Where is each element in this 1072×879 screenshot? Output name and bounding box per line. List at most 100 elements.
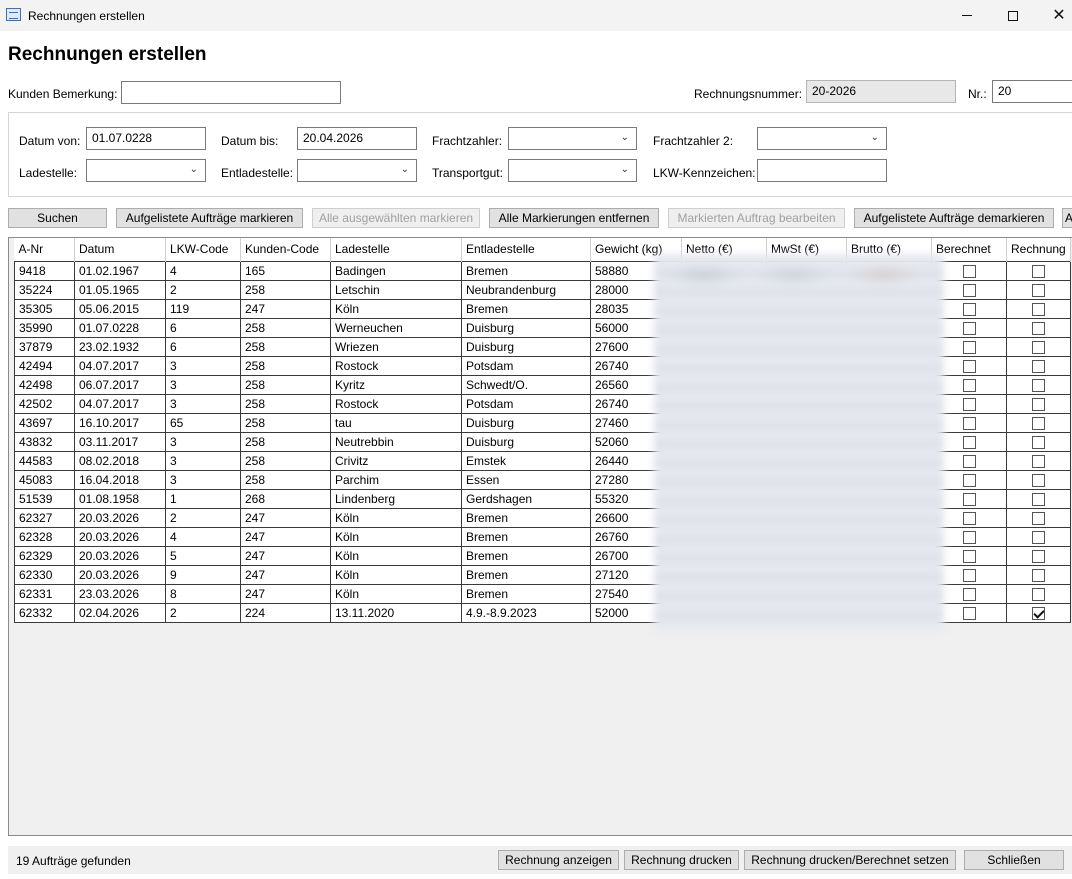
berechnet-checkbox[interactable] — [962, 264, 976, 278]
rechnung-checkbox[interactable] — [1031, 340, 1045, 354]
cell-rechnung — [1006, 527, 1071, 547]
cell-lkw-code: 65 — [165, 413, 241, 433]
cell-entladestelle: Bremen — [461, 584, 591, 604]
rechnung-checkbox[interactable] — [1031, 416, 1045, 430]
auftraege-markieren-button[interactable]: Aufgelistete Aufträge markieren — [116, 208, 303, 228]
column-header-rechnung[interactable]: Rechnung — [1006, 238, 1071, 261]
cell-entladestelle: Duisburg — [461, 318, 591, 338]
rechnung-checkbox[interactable] — [1031, 321, 1045, 335]
auftrag-bearbeiten-button[interactable]: Markierten Auftrag bearbeiten — [668, 208, 845, 228]
rechnung-anzeigen-button[interactable]: Rechnung anzeigen — [498, 850, 619, 870]
ladestelle-label: Ladestelle: — [19, 166, 78, 180]
column-header-kunden-code[interactable]: Kunden-Code — [240, 238, 331, 261]
rechnung-checkbox[interactable] — [1031, 454, 1045, 468]
berechnet-checkbox[interactable] — [962, 530, 976, 544]
cell-entladestelle: Essen — [461, 470, 591, 490]
cell-lkw-code: 1 — [165, 489, 241, 509]
toolbar-overflow-button[interactable]: A — [1062, 208, 1072, 228]
close-window-button[interactable]: ✕ — [1036, 0, 1072, 31]
cell-rechnung — [1006, 356, 1071, 376]
ladestelle-select[interactable]: ⌄ — [86, 159, 206, 182]
cell-ladestelle: Werneuchen — [330, 318, 462, 338]
rechnung-checkbox[interactable] — [1031, 264, 1045, 278]
nr-label: Nr.: — [968, 87, 987, 101]
cell-kunden-code: 268 — [240, 489, 331, 509]
kunden-bemerkung-input[interactable] — [121, 81, 341, 104]
cell-rechnung — [1006, 432, 1071, 452]
cell-rechnung — [1006, 584, 1071, 604]
rechnung-checkbox[interactable] — [1031, 511, 1045, 525]
cell-entladestelle: Bremen — [461, 299, 591, 319]
berechnet-checkbox[interactable] — [962, 473, 976, 487]
berechnet-checkbox[interactable] — [962, 359, 976, 373]
frachtzahler2-select[interactable]: ⌄ — [757, 127, 887, 150]
alle-ausgewaehlten-markieren-button[interactable]: Alle ausgewählten markieren — [312, 208, 480, 228]
cell-entladestelle: Duisburg — [461, 337, 591, 357]
berechnet-checkbox[interactable] — [962, 606, 976, 620]
rechnung-checkbox[interactable] — [1031, 359, 1045, 373]
column-header-entladestelle[interactable]: Entladestelle — [461, 238, 591, 261]
transportgut-select[interactable]: ⌄ — [508, 159, 637, 182]
cell-datum: 16.10.2017 — [74, 413, 166, 433]
column-header-datum[interactable]: Datum — [74, 238, 166, 261]
rechnung-checkbox[interactable] — [1031, 492, 1045, 506]
maximize-button[interactable] — [990, 0, 1036, 31]
alle-markierungen-entfernen-button[interactable]: Alle Markierungen entfernen — [489, 208, 659, 228]
berechnet-checkbox[interactable] — [962, 492, 976, 506]
schliessen-button[interactable]: Schließen — [964, 850, 1064, 870]
rechnung-checkbox[interactable] — [1031, 397, 1045, 411]
rechnung-checkbox[interactable] — [1031, 435, 1045, 449]
rechnung-checkbox[interactable] — [1031, 606, 1045, 620]
cell-datum: 02.04.2026 — [74, 603, 166, 623]
berechnet-checkbox[interactable] — [962, 454, 976, 468]
cell-ladestelle: Köln — [330, 584, 462, 604]
berechnet-checkbox[interactable] — [962, 416, 976, 430]
berechnet-checkbox[interactable] — [962, 549, 976, 563]
chevron-down-icon: ⌄ — [620, 164, 629, 175]
berechnet-checkbox[interactable] — [962, 340, 976, 354]
rechnung-checkbox[interactable] — [1031, 587, 1045, 601]
lkw-kennzeichen-label: LKW-Kennzeichen: — [653, 166, 756, 180]
column-header-anr[interactable]: A-Nr — [14, 238, 75, 261]
entladestelle-select[interactable]: ⌄ — [297, 159, 417, 182]
cell-datum: 23.02.1932 — [74, 337, 166, 357]
rechnung-checkbox[interactable] — [1031, 302, 1045, 316]
rechnung-checkbox[interactable] — [1031, 530, 1045, 544]
berechnet-checkbox[interactable] — [962, 397, 976, 411]
datum-bis-input[interactable]: 20.04.2026 — [297, 127, 417, 150]
cell-lkw-code: 8 — [165, 584, 241, 604]
cell-anr: 44583 — [14, 451, 75, 471]
rechnung-drucken-button[interactable]: Rechnung drucken — [624, 850, 739, 870]
berechnet-checkbox[interactable] — [962, 511, 976, 525]
frachtzahler-select[interactable]: ⌄ — [508, 127, 637, 150]
column-header-ladestelle[interactable]: Ladestelle — [330, 238, 462, 261]
auftraege-demarkieren-button[interactable]: Aufgelistete Aufträge demarkieren — [854, 208, 1054, 228]
berechnet-checkbox[interactable] — [962, 378, 976, 392]
lkw-kennzeichen-input[interactable] — [757, 159, 887, 182]
minimize-button[interactable] — [944, 0, 990, 31]
rechnung-checkbox[interactable] — [1031, 549, 1045, 563]
suchen-button[interactable]: Suchen — [8, 208, 107, 228]
cell-rechnung — [1006, 546, 1071, 566]
rechnung-checkbox[interactable] — [1031, 283, 1045, 297]
cell-ladestelle: Köln — [330, 527, 462, 547]
rechnung-checkbox[interactable] — [1031, 378, 1045, 392]
datum-von-input[interactable]: 01.07.0228 — [86, 127, 206, 150]
rechnung-checkbox[interactable] — [1031, 568, 1045, 582]
cell-ladestelle: Lindenberg — [330, 489, 462, 509]
berechnet-checkbox[interactable] — [962, 321, 976, 335]
berechnet-checkbox[interactable] — [962, 435, 976, 449]
window-title: Rechnungen erstellen — [28, 9, 145, 23]
rechnung-checkbox[interactable] — [1031, 473, 1045, 487]
rechnung-drucken-berechnet-button[interactable]: Rechnung drucken/Berechnet setzen — [744, 850, 956, 870]
cell-datum: 01.05.1965 — [74, 280, 166, 300]
column-header-lkw-code[interactable]: LKW-Code — [165, 238, 241, 261]
cell-lkw-code: 2 — [165, 280, 241, 300]
berechnet-checkbox[interactable] — [962, 587, 976, 601]
berechnet-checkbox[interactable] — [962, 302, 976, 316]
cell-rechnung — [1006, 337, 1071, 357]
berechnet-checkbox[interactable] — [962, 568, 976, 582]
cell-kunden-code: 258 — [240, 432, 331, 452]
nr-input[interactable]: 20 — [992, 80, 1072, 103]
berechnet-checkbox[interactable] — [962, 283, 976, 297]
